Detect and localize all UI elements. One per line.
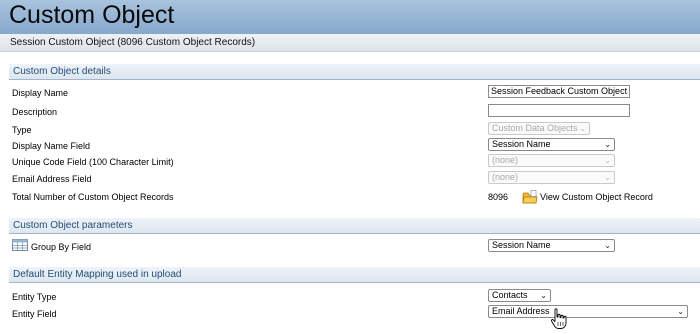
type-label: Type (12, 125, 32, 135)
entity-field-value: Email Address (492, 306, 550, 316)
unique-code-field-label: Unique Code Field (100 Character Limit) (12, 157, 174, 167)
total-records-label: Total Number of Custom Object Records (12, 192, 174, 202)
section-title-mapping: Default Entity Mapping used in upload (13, 269, 182, 280)
email-address-field-select: (none) ⌄ (488, 171, 615, 184)
chevron-down-icon: ⌄ (604, 156, 611, 165)
type-select-value: Custom Data Objects (492, 123, 578, 133)
entity-type-select[interactable]: Contacts ⌄ (488, 289, 551, 302)
chevron-down-icon: ⌄ (604, 173, 611, 182)
group-by-field-label: Group By Field (31, 242, 92, 252)
entity-field-label: Entity Field (12, 309, 57, 319)
email-address-field-label: Email Address Field (12, 174, 92, 184)
grid-icon (12, 239, 28, 251)
view-record-label: View Custom Object Record (540, 192, 653, 202)
unique-code-field-select: (none) ⌄ (488, 154, 615, 167)
display-name-input[interactable]: Session Feedback Custom Object (488, 85, 630, 98)
page-title: Custom Object (9, 1, 175, 29)
entity-type-label: Entity Type (12, 292, 57, 302)
display-name-field-value: Session Name (492, 139, 551, 149)
chevron-down-icon: ⌄ (579, 124, 586, 133)
object-summary-bar: Session Custom Object (8096 Custom Objec… (0, 34, 700, 52)
group-by-field-value: Session Name (492, 240, 551, 250)
chevron-down-icon: ⌄ (604, 241, 611, 250)
section-title-details: Custom Object details (13, 66, 111, 77)
entity-field-select[interactable]: Email Address ⌄ (488, 305, 688, 318)
type-select: Custom Data Objects ⌄ (488, 122, 590, 135)
chevron-down-icon: ⌄ (540, 291, 547, 300)
description-input[interactable] (488, 104, 630, 117)
section-header-mapping: Default Entity Mapping used in upload (9, 267, 700, 283)
display-name-field-label: Display Name Field (12, 141, 91, 151)
section-header-details: Custom Object details (9, 64, 700, 80)
email-address-field-value: (none) (492, 172, 519, 182)
view-custom-object-record-link[interactable]: View Custom Object Record (522, 189, 653, 205)
folder-icon (522, 190, 538, 204)
display-name-field-select[interactable]: Session Name ⌄ (488, 138, 615, 151)
chevron-down-icon: ⌄ (677, 307, 684, 316)
page-header: Custom Object (0, 0, 700, 34)
chevron-down-icon: ⌄ (604, 140, 611, 149)
unique-code-field-value: (none) (492, 155, 519, 165)
total-records-value: 8096 (488, 192, 509, 202)
section-header-parameters: Custom Object parameters (9, 218, 700, 234)
object-summary-text: Session Custom Object (8096 Custom Objec… (10, 37, 256, 48)
entity-type-value: Contacts (492, 290, 528, 300)
display-name-label: Display Name (12, 88, 69, 98)
hand-pointer-icon (550, 308, 567, 329)
description-label: Description (12, 107, 58, 117)
section-title-parameters: Custom Object parameters (13, 220, 133, 231)
group-by-field-select[interactable]: Session Name ⌄ (488, 239, 615, 252)
